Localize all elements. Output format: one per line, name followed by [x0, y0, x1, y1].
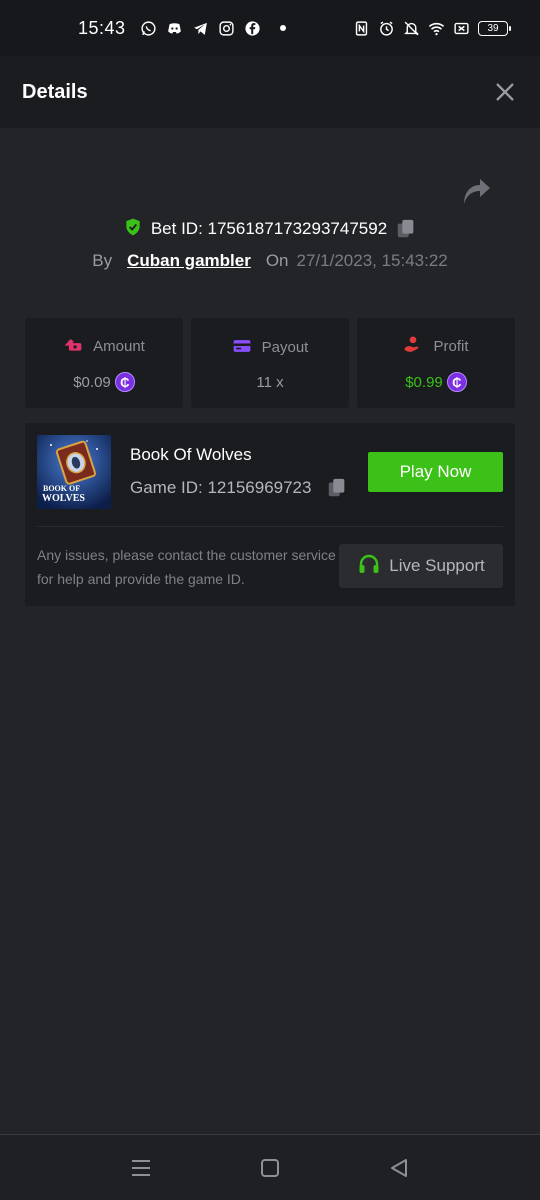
- more-notifications-dot: [279, 25, 286, 31]
- nfc-icon: [353, 20, 370, 37]
- stat-label: Payout: [261, 339, 309, 356]
- stat-value: 11 x: [256, 373, 284, 391]
- instagram-icon: [218, 20, 235, 37]
- stat-value: $0.09: [73, 373, 111, 391]
- close-icon: [496, 83, 514, 101]
- verified-shield-icon: [123, 217, 143, 242]
- home-square-icon: [261, 1159, 279, 1177]
- details-header: Details: [0, 56, 540, 128]
- menu-icon: [132, 1160, 150, 1176]
- status-bar: 15:43 39: [0, 0, 540, 56]
- game-id-row: Game ID: 12156969723: [130, 477, 348, 499]
- back-button[interactable]: [386, 1155, 412, 1181]
- thumb-title-bottom: WOLVES: [42, 493, 85, 504]
- battery-indicator: 39: [478, 20, 511, 36]
- facebook-icon: [244, 20, 261, 37]
- game-name: Book Of Wolves: [130, 445, 252, 464]
- live-support-button[interactable]: Live Support: [339, 544, 503, 588]
- home-button[interactable]: [257, 1155, 283, 1181]
- system-nav-bar: [0, 1134, 540, 1200]
- profit-icon: [403, 334, 423, 358]
- recent-apps-button[interactable]: [128, 1155, 154, 1181]
- stat-card-profit: Profit $0.99 ₵: [357, 318, 515, 408]
- stat-label: Amount: [93, 337, 145, 355]
- payout-card-icon: [232, 336, 252, 360]
- game-id: Game ID: 12156969723: [130, 478, 312, 497]
- thumb-title-top: BOOK OF: [43, 484, 80, 493]
- notification-icons: [140, 20, 286, 37]
- coin-icon: ₵: [114, 372, 135, 392]
- page-title: Details: [22, 80, 88, 103]
- help-text: Any issues, please contact the customer …: [37, 547, 336, 587]
- stat-label: Profit: [433, 337, 469, 355]
- telegram-icon: [192, 20, 209, 37]
- divider: [37, 526, 503, 527]
- system-icons: 39: [353, 20, 511, 37]
- user-link[interactable]: Cuban gambler: [127, 251, 251, 271]
- play-now-button[interactable]: Play Now: [368, 452, 503, 492]
- bet-id: Bet ID: 1756187173293747592: [150, 219, 388, 238]
- on-label: On: [265, 251, 289, 270]
- live-support-label: Live Support: [389, 556, 485, 575]
- discord-icon: [166, 20, 183, 37]
- by-label: By: [92, 251, 113, 270]
- bet-meta-row: By Cuban gambler On 27/1/2023, 15:43:22: [0, 246, 540, 276]
- game-thumbnail[interactable]: BOOK OF WOLVES: [37, 435, 111, 509]
- stat-card-amount: Amount $0.09 ₵: [25, 318, 183, 408]
- back-triangle-icon: [391, 1159, 407, 1177]
- alarm-icon: [378, 20, 395, 37]
- bet-id-row: Bet ID: 1756187173293747592: [0, 214, 540, 244]
- share-button[interactable]: [460, 178, 492, 208]
- amount-icon: [63, 334, 83, 358]
- share-icon: [464, 179, 490, 204]
- copy-bet-id-icon[interactable]: [395, 218, 417, 240]
- headset-icon: [357, 552, 381, 581]
- mute-icon: [403, 20, 420, 37]
- bet-date: 27/1/2023, 15:43:22: [296, 251, 448, 270]
- stat-card-payout: Payout 11 x: [191, 318, 349, 408]
- coin-icon: ₵: [446, 372, 467, 392]
- copy-game-id-icon[interactable]: [326, 477, 348, 499]
- stat-value: $0.99: [405, 373, 443, 391]
- stats-row: Amount $0.09 ₵ Payout 11 x Profit $0.99 …: [25, 318, 515, 408]
- screen-icon: [453, 20, 470, 37]
- wifi-icon: [428, 20, 445, 37]
- status-time: 15:43: [78, 17, 126, 38]
- whatsapp-icon: [140, 20, 157, 37]
- close-button[interactable]: [492, 79, 518, 105]
- game-card: BOOK OF WOLVES Book Of Wolves Game ID: 1…: [25, 423, 515, 606]
